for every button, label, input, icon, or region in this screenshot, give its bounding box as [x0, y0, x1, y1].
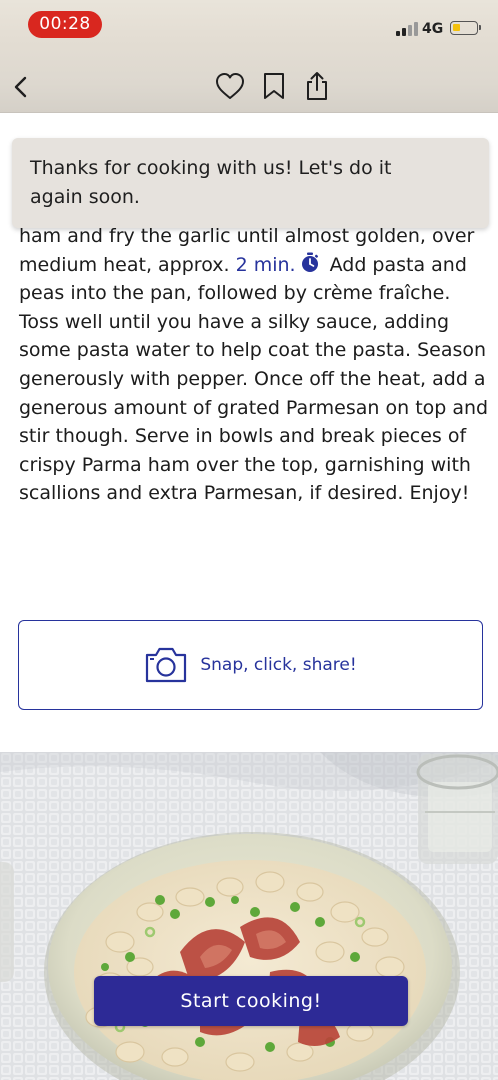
status-bar: 00:28 4G: [0, 0, 498, 50]
back-button[interactable]: [4, 70, 38, 104]
recipe-photo: [0, 752, 498, 1080]
step-text-part-2: Add pasta and peas into the pan, followe…: [19, 253, 489, 505]
heart-icon: [216, 73, 244, 99]
snap-share-label: Snap, click, share!: [200, 655, 357, 675]
toast-notification: Thanks for cooking with us! Let's do it …: [12, 138, 489, 228]
camera-icon: [146, 647, 187, 683]
favorite-button[interactable]: [213, 69, 247, 103]
stopwatch-icon[interactable]: [300, 252, 320, 273]
start-cooking-button[interactable]: Start cooking!: [94, 976, 408, 1026]
snap-share-button[interactable]: Snap, click, share!: [18, 620, 483, 710]
share-button[interactable]: [300, 69, 334, 103]
bookmark-icon: [264, 73, 284, 99]
timer-link[interactable]: 2 min.: [236, 254, 296, 276]
status-time: 00:28: [28, 11, 102, 38]
header-area: 00:28 4G: [0, 0, 498, 113]
toast-message: Thanks for cooking with us! Let's do it …: [30, 157, 392, 208]
signal-icon: [396, 22, 418, 36]
share-icon: [307, 72, 327, 100]
battery-icon: [450, 21, 481, 35]
chevron-left-icon: [14, 76, 27, 98]
network-type: 4G: [422, 21, 444, 37]
recipe-step-text: ham and fry the garlic until almost gold…: [19, 222, 489, 508]
bookmark-button[interactable]: [257, 69, 291, 103]
recipe-toolbar: [0, 60, 498, 110]
